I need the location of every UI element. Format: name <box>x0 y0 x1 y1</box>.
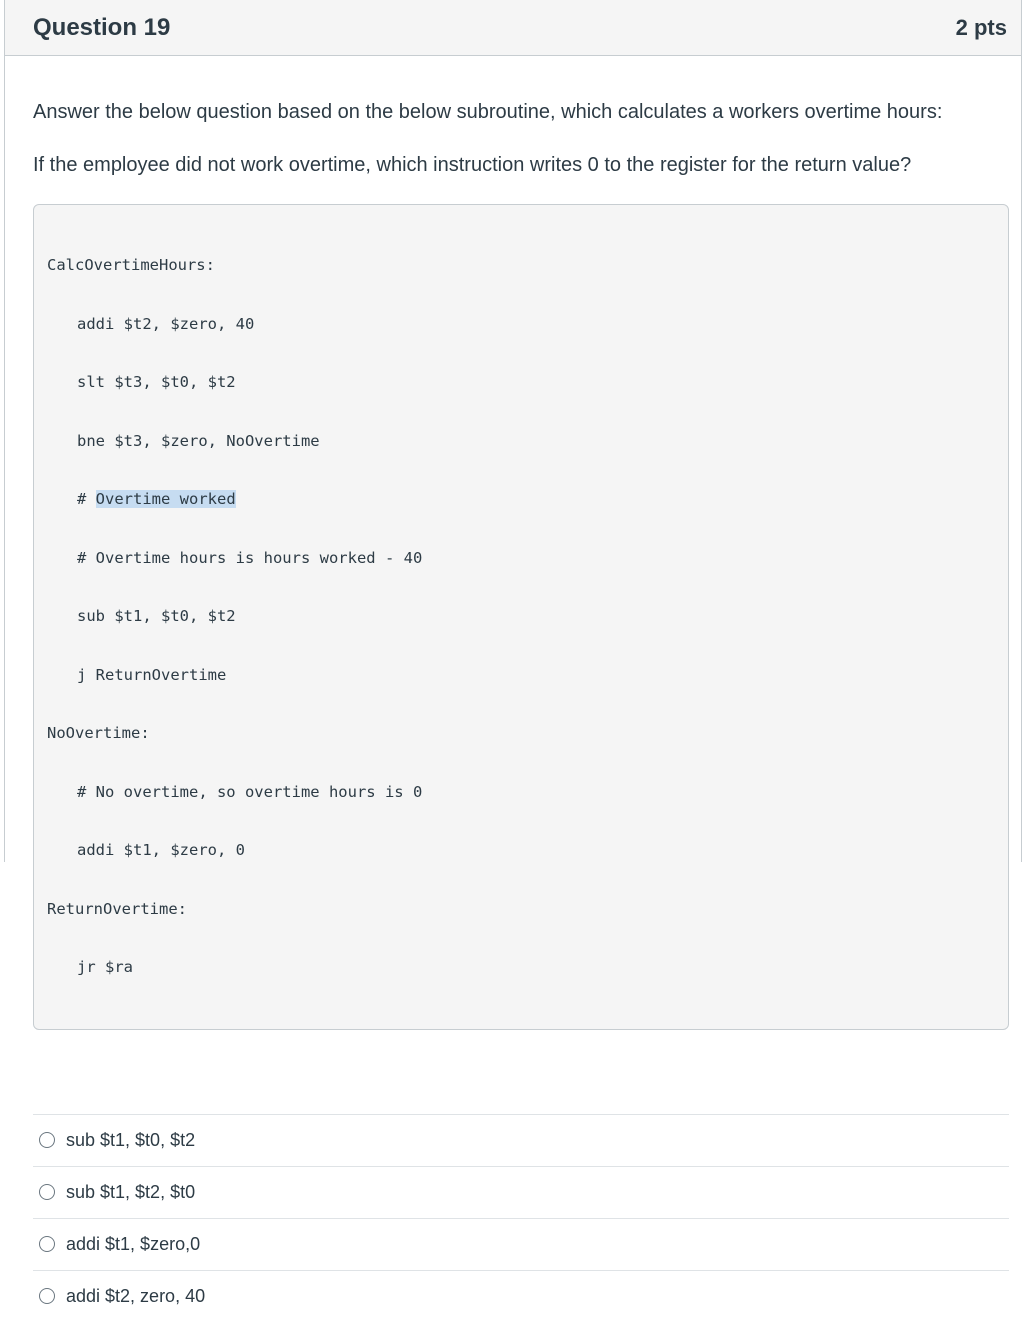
code-line: # Overtime worked <box>47 490 995 510</box>
answer-option-3[interactable]: addi $t1, $zero,0 <box>33 1217 1009 1270</box>
radio-button-icon[interactable] <box>39 1132 55 1148</box>
code-line: addi $t1, $zero, 0 <box>77 841 245 859</box>
answer-label[interactable]: addi $t1, $zero,0 <box>66 1234 200 1255</box>
question-intro: Answer the below question based on the b… <box>33 101 943 123</box>
code-line: # No overtime, so overtime hours is 0 <box>77 782 423 801</box>
selected-text-highlight: Overtime worked <box>95 490 236 508</box>
question-body: Answer the below question based on the b… <box>5 96 1021 1322</box>
question-card: Question 19 2 pts Answer the below quest… <box>4 0 1022 1306</box>
code-line: slt $t3, $t0, $t2 <box>77 373 236 391</box>
answer-option-4[interactable]: addi $t2, zero, 40 <box>33 1269 1009 1322</box>
question-points: 2 pts <box>955 14 1007 40</box>
code-line: jr $ra <box>77 958 133 976</box>
question-header: Question 19 2 pts <box>5 0 1021 56</box>
code-block: CalcOvertimeHours: addi $t2, $zero, 40 s… <box>33 204 1009 1030</box>
answer-label[interactable]: sub $t1, $t2, $t0 <box>66 1182 195 1203</box>
answer-option-2[interactable]: sub $t1, $t2, $t0 <box>33 1165 1009 1218</box>
question-prompt: If the employee did not work overtime, w… <box>33 154 912 176</box>
code-line: ReturnOvertime: <box>47 899 187 918</box>
answer-label[interactable]: addi $t2, zero, 40 <box>66 1286 205 1307</box>
answer-label[interactable]: sub $t1, $t0, $t2 <box>66 1130 195 1151</box>
code-comment-prefix: # <box>77 490 96 508</box>
code-line: CalcOvertimeHours: <box>47 256 215 274</box>
radio-button-icon[interactable] <box>39 1288 55 1304</box>
code-line: bne $t3, $zero, NoOvertime <box>77 431 320 450</box>
radio-button-icon[interactable] <box>39 1236 55 1252</box>
code-line: j ReturnOvertime <box>77 665 227 684</box>
question-title: Question 19 <box>33 13 171 41</box>
code-line: # Overtime hours is hours worked - 40 <box>77 548 423 567</box>
code-line: NoOvertime: <box>47 724 150 742</box>
code-line: addi $t2, $zero, 40 <box>77 314 255 333</box>
code-line: sub $t1, $t0, $t2 <box>77 607 236 625</box>
answer-option-1[interactable]: sub $t1, $t0, $t2 <box>33 1113 1009 1166</box>
answer-list: sub $t1, $t0, $t2 sub $t1, $t2, $t0 addi… <box>33 1113 1009 1322</box>
radio-button-icon[interactable] <box>39 1184 55 1200</box>
